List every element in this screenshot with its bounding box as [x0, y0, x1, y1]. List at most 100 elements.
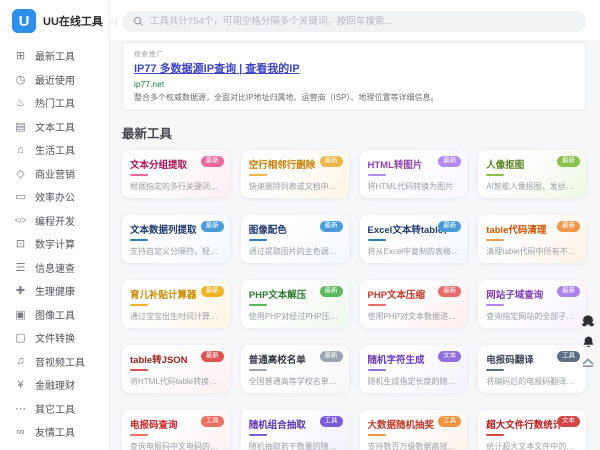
tool-card[interactable]: 随机组合抽取随机抽取若干数量的随机组...工具 — [241, 410, 349, 450]
tool-card-title: 育儿补贴计算器 — [130, 287, 208, 301]
sidebar-item-label: 文本工具 — [35, 119, 75, 134]
tool-card-desc: 根据指定的多行关键词模式... — [130, 181, 222, 192]
status-badge: 最新 — [438, 156, 461, 167]
sidebar-item-media[interactable]: ♫音视频工具 — [0, 350, 109, 374]
tool-card[interactable]: 大数据随机抽奖支持数百万级数据高效随机...工具 — [360, 410, 468, 450]
tool-card-desc: 将从Excel中复制的表格快速... — [368, 246, 460, 257]
tool-card[interactable]: 文本分组提取根据指定的多行关键词模式...最新 — [122, 150, 230, 198]
tool-card-title: 文本分组提取 — [130, 157, 208, 171]
status-badge: 文本 — [557, 416, 580, 427]
tool-card-title: 超大文件行数统计 — [486, 417, 564, 431]
sidebar-item-other[interactable]: ⋯其它工具 — [0, 397, 109, 421]
tool-card[interactable]: 普通高校名单全国普通高等学校名单大全最新 — [241, 345, 349, 393]
back-to-top-icon[interactable] — [581, 357, 595, 367]
service-widget-icon[interactable] — [581, 315, 595, 327]
sidebar-item-label: 商业营销 — [35, 166, 75, 181]
status-badge: 最新 — [557, 221, 580, 232]
tool-card-desc: 通过宝宝出生时间计算可领... — [130, 311, 222, 322]
tool-card[interactable]: 电报码翻译将编码后的电报码翻译还原...工具 — [478, 345, 586, 393]
tool-card[interactable]: 育儿补贴计算器通过宝宝出生时间计算可领...最新 — [122, 280, 230, 328]
sidebar-collapse-icon[interactable]: ◁ — [110, 16, 117, 27]
sidebar-item-latest[interactable]: ⊞最新工具 — [0, 44, 109, 68]
tool-card-title: 电报码翻译 — [486, 352, 564, 366]
title-underline — [249, 369, 267, 371]
sidebar-item-finance[interactable]: ¥金融理财 — [0, 373, 109, 397]
sidebar-item-hot[interactable]: ♨热门工具 — [0, 91, 109, 115]
title-underline — [486, 369, 504, 371]
sidebar-item-marketing[interactable]: ◇ 商业营销 — [0, 162, 109, 186]
sidebar-item-text[interactable]: ▤文本工具 — [0, 115, 109, 139]
sidebar-item-office[interactable]: ▭效率办公 — [0, 185, 109, 209]
title-underline — [368, 369, 386, 371]
tool-card[interactable]: HTML转图片将HTML代码转换为图片最新 — [360, 150, 468, 198]
diamond-icon: ◇ — [14, 167, 27, 180]
tool-card-title: 文本数据列提取 — [130, 222, 208, 236]
tool-card-desc: 查询电报码中文电码的编码... — [130, 441, 222, 450]
title-underline — [368, 239, 386, 241]
sidebar-item-health[interactable]: ✚生理健康 — [0, 279, 109, 303]
calculator-icon: ⊡ — [14, 237, 27, 250]
tool-card[interactable]: 文本数据列提取支持自定义分隔符，轻松提...最新 — [122, 215, 230, 263]
status-badge: 文本 — [438, 351, 461, 362]
ad-url: ip77.net — [134, 79, 574, 89]
tool-card[interactable]: PHP文本解压使用PHP对经过PHP压缩后...最新 — [241, 280, 349, 328]
tool-card-desc: AI智能人像抠图，发丝级精... — [486, 181, 578, 192]
tool-card-desc: 全国普通高等学校名单大全 — [249, 376, 341, 387]
tool-card-title: 人像抠图 — [486, 157, 564, 171]
sidebar-item-recent[interactable]: ◷最近使用 — [0, 68, 109, 92]
status-badge: 最新 — [320, 156, 343, 167]
ad-title-link[interactable]: IP77 多数据源IP查询 | 查看我的IP — [134, 60, 300, 76]
search-input[interactable] — [150, 16, 575, 27]
tool-card-title: table代码清理 — [486, 222, 564, 236]
tool-card[interactable]: 随机字符生成随机生成指定长度的随机字... 文本 — [360, 345, 468, 393]
title-underline — [368, 304, 386, 306]
status-badge: 最新 — [320, 286, 343, 297]
tool-card[interactable]: 图像配色通过提取图片的主色调，生...最新 — [241, 215, 349, 263]
floating-widgets — [581, 315, 595, 367]
code-icon: </> — [14, 216, 27, 225]
tool-card[interactable]: table转JSON将HTML代码table转换为JS...最新 — [122, 345, 230, 393]
status-badge: 最新 — [438, 221, 461, 232]
tool-card-title: 网站子域查询 — [486, 287, 564, 301]
tool-card-title: 随机组合抽取 — [249, 417, 327, 431]
sidebar-item-math[interactable]: ⊡数字计算 — [0, 232, 109, 256]
title-underline — [486, 174, 504, 176]
tool-card-desc: 清理table代码中所有不需要... — [486, 246, 578, 257]
title-underline — [249, 174, 267, 176]
tool-card-title: 随机字符生成 — [368, 352, 446, 366]
status-badge: 最新 — [438, 286, 461, 297]
sidebar: U UU在线工具 ◁ ⊞最新工具 ◷最近使用 ♨热门工具 ▤文本工具 ⌂生活工具… — [0, 0, 110, 450]
briefcase-icon: ⌂ — [14, 144, 27, 156]
sidebar-item-links[interactable]: ∞友情工具 — [0, 420, 109, 444]
title-underline — [130, 434, 148, 436]
tool-card-title: 电报码查询 — [130, 417, 208, 431]
sidebar-item-label: 金融理财 — [35, 377, 75, 392]
search-bar[interactable] — [122, 11, 586, 32]
notification-bell-icon[interactable] — [582, 335, 595, 349]
tool-card[interactable]: Excel文本转table代码将从Excel中复制的表格快速...最新 — [360, 215, 468, 263]
ad-tag-label: 搜索推广 — [134, 48, 574, 58]
tool-card[interactable]: 电报码查询查询电报码中文电码的编码...工具 — [122, 410, 230, 450]
tool-card-desc: 随机生成指定长度的随机字... — [368, 376, 460, 387]
status-badge: 最新 — [201, 351, 224, 362]
sidebar-item-info[interactable]: ☰信息速查 — [0, 256, 109, 280]
tool-card[interactable]: 空行相邻行删除快速删除列表或文档中空行...最新 — [241, 150, 349, 198]
app-title: UU在线工具 — [43, 13, 103, 29]
sidebar-item-image[interactable]: ▣图像工具 — [0, 303, 109, 327]
list-icon: ☰ — [14, 261, 27, 274]
tool-card[interactable]: 人像抠图AI智能人像抠图，发丝级精...最新 — [478, 150, 586, 198]
sidebar-item-coding[interactable]: </>编程开发 — [0, 209, 109, 233]
tool-card[interactable]: 网站子域查询查询指定网站的全部子域名最新 — [478, 280, 586, 328]
tool-card-desc: 使用PHP对经过PHP压缩后... — [249, 311, 341, 322]
sidebar-item-fileconv[interactable]: ▢文件转换 — [0, 326, 109, 350]
status-badge: 最新 — [201, 221, 224, 232]
tool-card[interactable]: PHP文本压缩使用PHP对文本数据进行压...最新 — [360, 280, 468, 328]
tool-card-desc: 将HTML代码table转换为JS... — [130, 376, 222, 387]
status-badge: 最新 — [320, 351, 343, 362]
tool-card[interactable]: table代码清理清理table代码中所有不需要... 最新 — [478, 215, 586, 263]
sidebar-item-life[interactable]: ⌂生活工具 — [0, 138, 109, 162]
tool-card[interactable]: 超大文件行数统计统计超大文本文件中的总行数文本 — [478, 410, 586, 450]
title-underline — [486, 239, 504, 241]
status-badge: 最新 — [320, 221, 343, 232]
sidebar-item-label: 最新工具 — [35, 48, 75, 63]
